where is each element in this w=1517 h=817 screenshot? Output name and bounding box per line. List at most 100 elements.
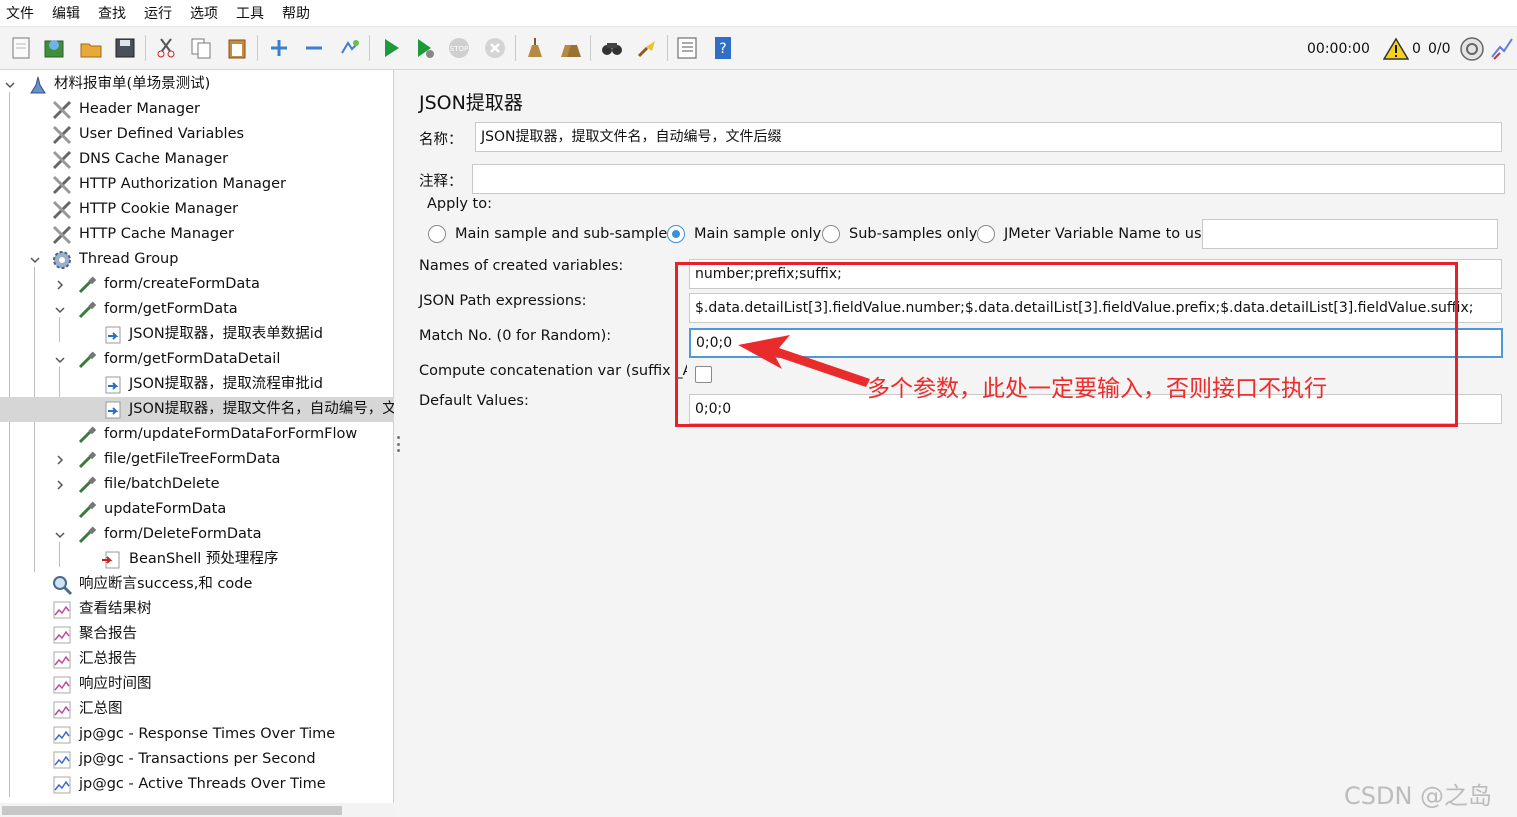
clear-all-icon[interactable] (556, 34, 584, 62)
tree-node-label: 材料报审单(单场景测试) (54, 76, 211, 92)
tree-node-sampler[interactable]: form/getFormData (0, 297, 394, 322)
function-helper-icon[interactable] (673, 34, 701, 62)
tree-node-thread-group[interactable]: Thread Group (0, 247, 394, 272)
tree-node-config[interactable]: HTTP Cache Manager (0, 222, 394, 247)
tree-node-sampler[interactable]: form/getFormDataDetail (0, 347, 394, 372)
menu-edit[interactable]: 编辑 (52, 3, 92, 23)
remote-engine-icon[interactable] (1459, 36, 1485, 66)
tree-node-preprocessor[interactable]: BeanShell 预处理程序 (0, 547, 394, 572)
chevron-right-icon[interactable] (53, 447, 67, 472)
tree-node-assertion[interactable]: 响应断言success,和 code (0, 572, 394, 597)
new-icon[interactable] (7, 34, 35, 62)
chevron-down-icon[interactable] (53, 297, 67, 322)
radio-main-and-sub[interactable] (428, 225, 446, 243)
graph-icon (51, 649, 73, 671)
menu-file[interactable]: 文件 (6, 3, 46, 23)
test-plan-tree[interactable]: 材料报审单(单场景测试) Header Manager User Defined… (0, 70, 397, 817)
tree-node-label: Thread Group (79, 251, 179, 267)
chevron-right-icon[interactable] (53, 272, 67, 297)
stop-icon[interactable]: STOP (445, 34, 473, 62)
tree-node-test-plan[interactable]: 材料报审单(单场景测试) (0, 72, 394, 97)
active-threads: 0/0 (1428, 41, 1451, 57)
menu-tools[interactable]: 工具 (236, 3, 276, 23)
start-icon[interactable] (377, 34, 405, 62)
menu-run[interactable]: 运行 (144, 3, 184, 23)
tree-node-listener[interactable]: jp@gc - Transactions per Second (0, 747, 394, 772)
tree-node-config[interactable]: HTTP Cookie Manager (0, 197, 394, 222)
match-no-label: Match No. (0 for Random): (419, 328, 612, 344)
start-no-pauses-icon[interactable] (411, 34, 439, 62)
templates-icon[interactable] (40, 34, 68, 62)
menu-help[interactable]: 帮助 (282, 3, 322, 23)
pipette-icon (76, 274, 98, 296)
comment-field[interactable] (472, 164, 1505, 194)
tree-node-listener[interactable]: 汇总报告 (0, 647, 394, 672)
radio-jmeter-var[interactable] (977, 225, 995, 243)
radio-main-and-sub-label: Main sample and sub-samples (455, 226, 675, 242)
radio-sub-only-label: Sub-samples only (849, 226, 978, 242)
watermark: CSDN @之岛 (1344, 782, 1493, 810)
tree-node-config[interactable]: User Defined Variables (0, 122, 394, 147)
radio-main-only[interactable] (667, 225, 685, 243)
pipette-icon (76, 424, 98, 446)
search-icon[interactable] (598, 34, 626, 62)
tree-node-label: updateFormData (104, 501, 227, 517)
wrench-icon (51, 124, 73, 146)
menu-search[interactable]: 查找 (98, 3, 138, 23)
wrench-icon (51, 174, 73, 196)
help-icon[interactable]: ? (709, 34, 737, 62)
tree-node-sampler[interactable]: form/DeleteFormData (0, 522, 394, 547)
tree-node-sampler[interactable]: form/updateFormDataForFormFlow (0, 422, 394, 447)
tree-horizontal-scrollbar[interactable] (0, 803, 394, 817)
toggle-icon[interactable] (335, 34, 363, 62)
open-icon[interactable] (77, 34, 105, 62)
tree-node-extractor-selected[interactable]: JSON提取器，提取文件名，自动编号，文 (0, 397, 397, 422)
tree-node-listener[interactable]: jp@gc - Active Threads Over Time (0, 772, 394, 797)
tree-node-config[interactable]: DNS Cache Manager (0, 147, 394, 172)
pipette-icon (76, 449, 98, 471)
reset-search-icon[interactable] (633, 34, 661, 62)
chevron-down-icon[interactable] (3, 72, 17, 97)
radio-main-only-label: Main sample only (694, 226, 822, 242)
paste-icon[interactable] (223, 34, 251, 62)
tree-node-listener[interactable]: 汇总图 (0, 697, 394, 722)
tree-node-listener[interactable]: 查看结果树 (0, 597, 394, 622)
menu-options[interactable]: 选项 (190, 3, 230, 23)
shutdown-icon[interactable] (481, 34, 509, 62)
graph-icon (51, 774, 73, 796)
tree-node-label: form/getFormDataDetail (104, 351, 281, 367)
tree-node-label: DNS Cache Manager (79, 151, 229, 167)
tree-node-label: file/getFileTreeFormData (104, 451, 281, 467)
copy-icon[interactable] (187, 34, 215, 62)
tree-node-sampler[interactable]: file/getFileTreeFormData (0, 447, 394, 472)
panel-splitter[interactable] (394, 70, 403, 817)
radio-jmeter-var-label: JMeter Variable Name to use (1004, 226, 1211, 242)
cut-icon[interactable] (152, 34, 180, 62)
tree-node-config[interactable]: HTTP Authorization Manager (0, 172, 394, 197)
expand-icon[interactable] (265, 34, 293, 62)
tree-node-sampler[interactable]: updateFormData (0, 497, 394, 522)
name-field[interactable]: JSON提取器，提取文件名，自动编号，文件后缀 (475, 122, 1502, 152)
collapse-icon[interactable] (300, 34, 328, 62)
radio-sub-only[interactable] (822, 225, 840, 243)
tree-node-sampler[interactable]: file/batchDelete (0, 472, 394, 497)
tree-node-config[interactable]: Header Manager (0, 97, 394, 122)
tree-node-listener[interactable]: 聚合报告 (0, 622, 394, 647)
pipette-icon (76, 524, 98, 546)
tree-node-label: form/getFormData (104, 301, 238, 317)
tree-node-extractor[interactable]: JSON提取器，提取流程审批id (0, 372, 394, 397)
chevron-down-icon[interactable] (53, 522, 67, 547)
tree-node-sampler[interactable]: form/createFormData (0, 272, 394, 297)
chevron-down-icon[interactable] (53, 347, 67, 372)
save-icon[interactable] (111, 34, 139, 62)
chevron-down-icon[interactable] (28, 247, 42, 272)
tree-node-listener[interactable]: 响应时间图 (0, 672, 394, 697)
tree-node-extractor[interactable]: JSON提取器，提取表单数据id (0, 322, 394, 347)
scrollbar-thumb[interactable] (2, 806, 342, 815)
jmeter-variable-field[interactable] (1202, 219, 1498, 249)
chevron-right-icon[interactable] (53, 472, 67, 497)
clear-icon[interactable] (521, 34, 549, 62)
tree-node-listener[interactable]: jp@gc - Response Times Over Time (0, 722, 394, 747)
tree-node-label: jp@gc - Transactions per Second (79, 751, 316, 767)
warning-icon[interactable] (1382, 37, 1410, 65)
